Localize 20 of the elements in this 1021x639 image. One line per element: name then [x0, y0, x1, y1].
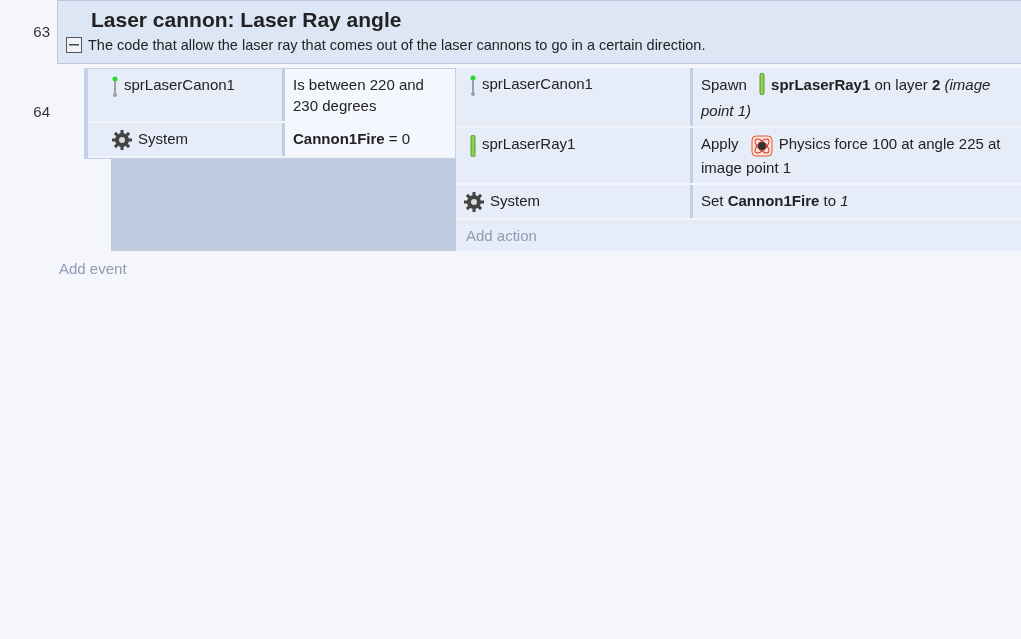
gear-icon — [112, 130, 132, 150]
action-text[interactable]: Spawn sprLaserRay1 on layer 2 (image point 1) — [701, 73, 1013, 121]
line-number: 63 — [33, 23, 50, 40]
object-name: sprLaserCanon1 — [124, 76, 235, 93]
action-text[interactable]: Apply Physics force 100 at angle 225 at image point 1 — [701, 133, 1013, 178]
object-name: sprLaserCanon1 — [482, 75, 593, 92]
group-title: Laser cannon: Laser Ray angle — [91, 7, 403, 33]
object-name: System — [490, 191, 540, 209]
physics-icon — [750, 134, 773, 157]
group-description: The code that allow the laser ray that comes out of the laser cannons to go in a certain direction. — [88, 37, 706, 53]
ray-icon — [759, 73, 766, 95]
object-name: sprLaserRay1 — [482, 135, 576, 152]
collapse-toggle[interactable] — [66, 37, 82, 53]
ray-icon — [470, 135, 476, 157]
object-name: System — [138, 130, 188, 147]
sprite-icon — [112, 76, 118, 98]
sprite-icon — [470, 75, 476, 97]
line-number: 64 — [33, 103, 50, 120]
action-text[interactable]: Set Cannon1Fire to 1 — [701, 189, 1013, 211]
gear-icon — [464, 191, 484, 212]
